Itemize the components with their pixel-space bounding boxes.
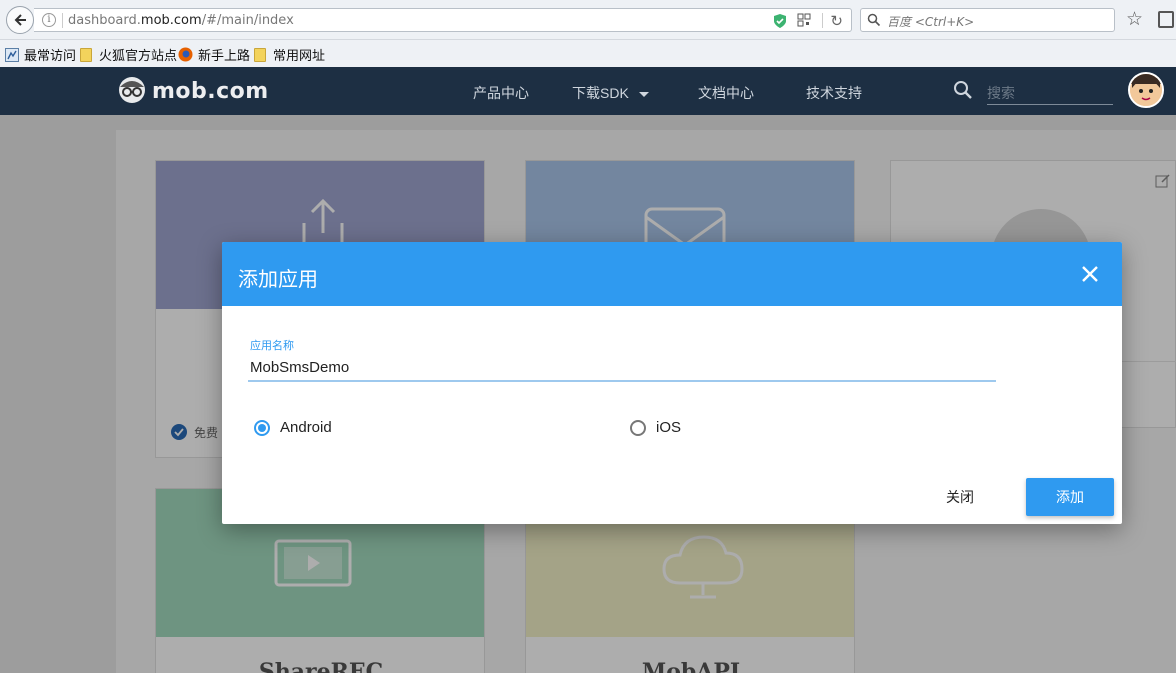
bookmark-firefox-site[interactable]: 火狐官方站点 [80, 45, 177, 64]
bookmark-common-sites[interactable]: 常用网址 [254, 45, 325, 64]
folder-icon [254, 47, 266, 62]
add-app-dialog: 添加应用 应用名称 Android iOS 关闭 添加 [222, 242, 1122, 524]
bookmark-star-icon[interactable]: ☆ [1126, 8, 1143, 31]
browser-toolbar: i dashboard.mob.com/#/main/index ↻ 百度 <C… [0, 0, 1176, 40]
address-bar[interactable]: i dashboard.mob.com/#/main/index ↻ [34, 8, 852, 32]
mascot-logo-icon [119, 77, 145, 103]
radio-checked-icon [254, 419, 270, 436]
search-icon [867, 13, 881, 27]
nav-docs[interactable]: 文档中心 [698, 83, 754, 103]
site-search-input[interactable] [987, 81, 1113, 105]
reload-icon[interactable]: ↻ [830, 12, 843, 30]
add-button[interactable]: 添加 [1026, 478, 1114, 516]
most-visited-icon [5, 47, 19, 62]
info-icon[interactable]: i [42, 13, 56, 27]
user-avatar[interactable] [1128, 72, 1164, 108]
search-icon[interactable] [953, 80, 973, 100]
browser-search-placeholder: 百度 <Ctrl+K> [887, 15, 975, 29]
firefox-icon [178, 47, 193, 62]
bookmark-getting-started[interactable]: 新手上路 [178, 45, 250, 64]
nav-download-sdk[interactable]: 下载SDK [572, 83, 649, 103]
close-button[interactable]: 关闭 [946, 487, 974, 507]
qr-code-icon[interactable] [797, 13, 811, 27]
bookmarks-bar: 最常访问 火狐官方站点 新手上路 常用网址 [0, 40, 1176, 67]
site-header: mob.com 产品中心 下载SDK 文档中心 技术支持 [0, 67, 1176, 115]
avatar-face-icon [1130, 74, 1162, 106]
folder-icon [80, 47, 92, 62]
mob-logo[interactable]: mob.com [116, 75, 269, 107]
app-name-input[interactable] [248, 354, 996, 382]
app-name-label: 应用名称 [250, 340, 294, 352]
dialog-title: 添加应用 [238, 269, 318, 291]
nav-products[interactable]: 产品中心 [473, 83, 529, 103]
radio-unchecked-icon [630, 419, 646, 436]
back-button[interactable] [6, 6, 34, 34]
caret-down-icon [638, 91, 649, 97]
shield-icon[interactable] [773, 13, 787, 29]
dialog-header: 添加应用 [222, 242, 1122, 306]
url-text: dashboard.mob.com/#/main/index [68, 13, 294, 28]
platform-ios-radio[interactable]: iOS [630, 419, 681, 436]
platform-android-radio[interactable]: Android [254, 419, 332, 436]
bookmark-most-visited[interactable]: 最常访问 [5, 45, 76, 64]
close-icon[interactable] [1080, 264, 1100, 284]
logo-text: mob.com [152, 78, 269, 104]
reading-list-icon[interactable] [1158, 11, 1174, 28]
browser-search-bar[interactable]: 百度 <Ctrl+K> [860, 8, 1115, 32]
back-arrow-icon [14, 14, 26, 26]
nav-support[interactable]: 技术支持 [806, 83, 862, 103]
